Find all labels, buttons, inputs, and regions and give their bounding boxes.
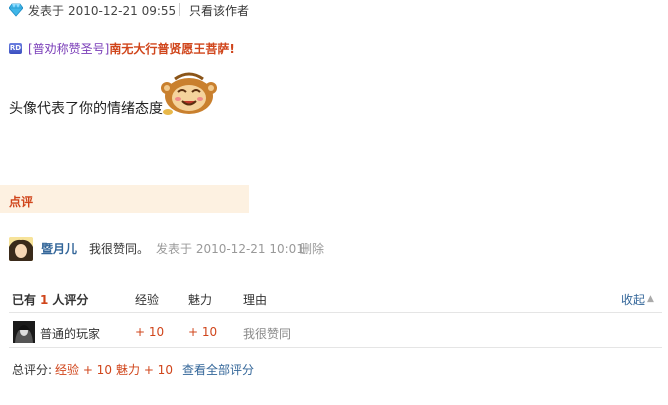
comment-user[interactable]: 暨月儿 [41, 240, 77, 257]
column-header-reason: 理由 [243, 293, 268, 307]
rating-prefix: 已有 [12, 293, 37, 307]
total-label: 总评分: [12, 363, 53, 377]
posted-label: 发表于 [28, 4, 65, 18]
comment-time: 发表于 2010-12-21 10:01 [156, 242, 304, 256]
dianping-bar [0, 185, 249, 213]
total-exp: 经验 + 10 [55, 363, 112, 377]
avatar[interactable] [9, 237, 33, 261]
post-body: 头像代表了你的情绪态度 [9, 101, 163, 117]
rating-suffix: 人评分 [52, 293, 89, 307]
rating-summary: 已有 1 人评分 [12, 291, 88, 308]
rater-charm: + 10 [188, 325, 218, 339]
post-time: 发表于 2010-12-21 09:55 [28, 2, 176, 19]
signature: [普劝称赞圣号]南无大行普贤愿王菩萨! [28, 40, 235, 57]
rd-badge-icon: RD [9, 43, 22, 54]
divider [179, 3, 180, 16]
signature-main: 南无大行普贤愿王菩萨! [109, 42, 235, 56]
collapse-link[interactable]: 收起 [621, 291, 645, 308]
dianping-label: 点评 [9, 195, 34, 209]
avatar-image [13, 321, 35, 343]
total-charm: 魅力 + 10 [116, 363, 173, 377]
divider [9, 312, 662, 313]
avatar-image [9, 237, 33, 261]
triangle-up-icon[interactable]: ▲ [647, 294, 654, 304]
rater-exp: + 10 [135, 325, 165, 339]
signature-bracket: [普劝称赞圣号] [28, 42, 110, 56]
divider [9, 347, 662, 348]
posted-date: 2010-12-21 09:55 [68, 4, 177, 18]
rating-count: 1 [40, 293, 49, 307]
diamond-icon [9, 3, 23, 17]
avatar[interactable] [13, 321, 35, 343]
monkey-emoticon [161, 72, 217, 115]
column-header-exp: 经验 [135, 293, 160, 307]
comment-text: 我很赞同。 [89, 242, 150, 256]
delete-link[interactable]: 删除 [300, 240, 324, 257]
rater-reason: 我很赞同 [243, 327, 292, 341]
only-author-link[interactable]: 只看该作者 [189, 2, 249, 19]
view-all-ratings-link[interactable]: 查看全部评分 [182, 361, 254, 378]
rater-name[interactable]: 普通的玩家 [40, 325, 100, 342]
column-header-charm: 魅力 [188, 293, 213, 307]
